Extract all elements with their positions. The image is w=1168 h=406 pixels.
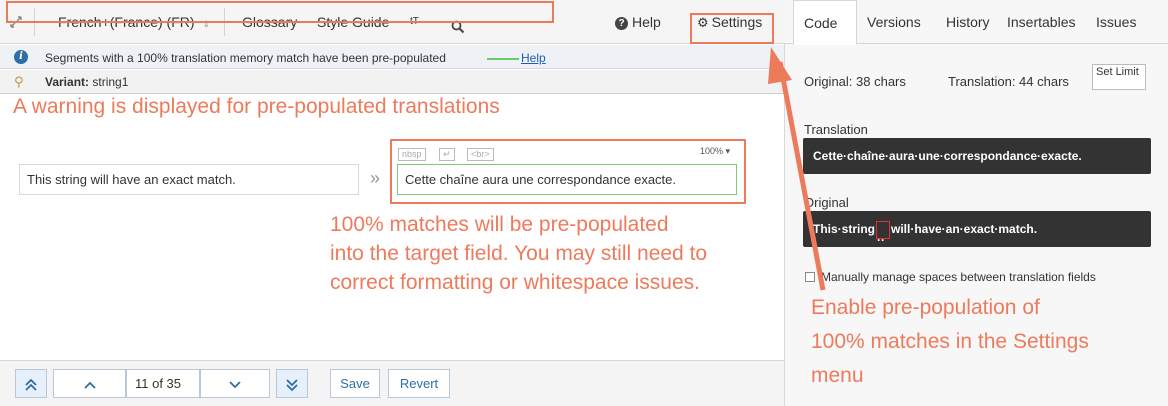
return-insert-button[interactable]: ↵ xyxy=(439,148,455,161)
translation-heading: Translation xyxy=(804,122,868,137)
next-segment-button[interactable] xyxy=(200,369,270,398)
original-code-view: This·string··will·have·an·exact·match. xyxy=(803,211,1151,247)
target-input[interactable]: Cette chaîne aura une correspondance exa… xyxy=(397,164,737,195)
tab-code[interactable]: Code xyxy=(793,0,857,45)
tab-versions[interactable]: Versions xyxy=(857,0,931,44)
enable-annotation: Enable pre-population of 100% matches in… xyxy=(811,291,1089,393)
whitespace-marker: ·· xyxy=(876,220,890,247)
help-button[interactable]: ? Help xyxy=(615,0,661,44)
original-char-count: Original: 38 chars xyxy=(804,74,906,89)
match-percent-label: 100% xyxy=(700,146,724,156)
matches-annotation-line2: into the target field. You may still nee… xyxy=(330,242,708,265)
warning-annotation: A warning is displayed for pre-populated… xyxy=(13,95,500,118)
tab-history[interactable]: History xyxy=(936,0,1000,44)
original-text-start: This·string xyxy=(813,222,875,236)
double-chevron-up-icon xyxy=(25,378,37,391)
key-icon: ⚲ xyxy=(14,74,24,89)
first-segment-button[interactable] xyxy=(15,369,47,398)
chevron-up-icon xyxy=(83,381,96,389)
chevron-down-icon xyxy=(229,380,241,388)
notice-text: Segments with a 100% translation memory … xyxy=(45,51,446,65)
matches-annotation-line3: correct formatting or whitespace issues. xyxy=(330,271,700,294)
notice-highlight xyxy=(6,1,554,23)
notice-help-link[interactable]: Help xyxy=(521,51,546,65)
match-indicator-line xyxy=(487,58,519,60)
br-insert-button[interactable]: <br> xyxy=(467,148,494,161)
translation-char-count: Translation: 44 chars xyxy=(948,74,1069,89)
info-icon: i xyxy=(14,50,28,64)
help-label: Help xyxy=(632,14,661,30)
matches-annotation: 100% matches will be pre-populated into … xyxy=(330,210,707,297)
variant-label: Variant: xyxy=(45,75,90,89)
save-button[interactable]: Save xyxy=(330,369,380,398)
editor-pane: French+(France) (FR) ⇕ Glossary Style Gu… xyxy=(0,0,784,406)
enable-annotation-line1: Enable pre-population of xyxy=(811,296,1040,319)
matches-annotation-line1: 100% matches will be pre-populated xyxy=(330,213,669,236)
variant-value: string1 xyxy=(92,75,129,89)
original-heading: Original xyxy=(804,195,849,210)
tab-issues[interactable]: Issues xyxy=(1086,0,1146,44)
settings-button[interactable]: ⚙ Settings xyxy=(697,0,762,44)
last-segment-button[interactable] xyxy=(276,369,308,398)
double-chevron-icon: » xyxy=(370,168,381,188)
manage-spaces-checkbox[interactable] xyxy=(805,272,815,282)
match-percent-dropdown[interactable]: 100% ▾ xyxy=(700,146,730,157)
enable-annotation-line2: 100% matches in the Settings xyxy=(811,330,1089,353)
revert-button[interactable]: Revert xyxy=(388,369,450,398)
caret-down-icon: ▾ xyxy=(725,146,731,156)
double-chevron-down-icon xyxy=(286,378,298,391)
manage-spaces-label: Manually manage spaces between translati… xyxy=(821,270,1096,284)
page-indicator[interactable]: 11 of 35 xyxy=(126,369,200,398)
question-icon: ? xyxy=(615,16,628,30)
enable-annotation-line3: menu xyxy=(811,364,864,387)
original-text-end: will·have·an·exact·match. xyxy=(891,222,1038,236)
nbsp-insert-button[interactable]: nbsp xyxy=(398,148,426,161)
gear-icon: ⚙ xyxy=(697,15,709,30)
previous-segment-button[interactable] xyxy=(53,369,126,398)
settings-label: Settings xyxy=(711,14,763,30)
translation-code-view: Cette·chaîne·aura·une·correspondance·exa… xyxy=(803,138,1151,174)
source-segment: This string will have an exact match. xyxy=(19,164,359,195)
tab-insertables[interactable]: Insertables xyxy=(997,0,1085,44)
variant-info: Variant: string1 xyxy=(45,75,128,89)
set-limit-button[interactable]: Set Limit xyxy=(1092,64,1146,90)
